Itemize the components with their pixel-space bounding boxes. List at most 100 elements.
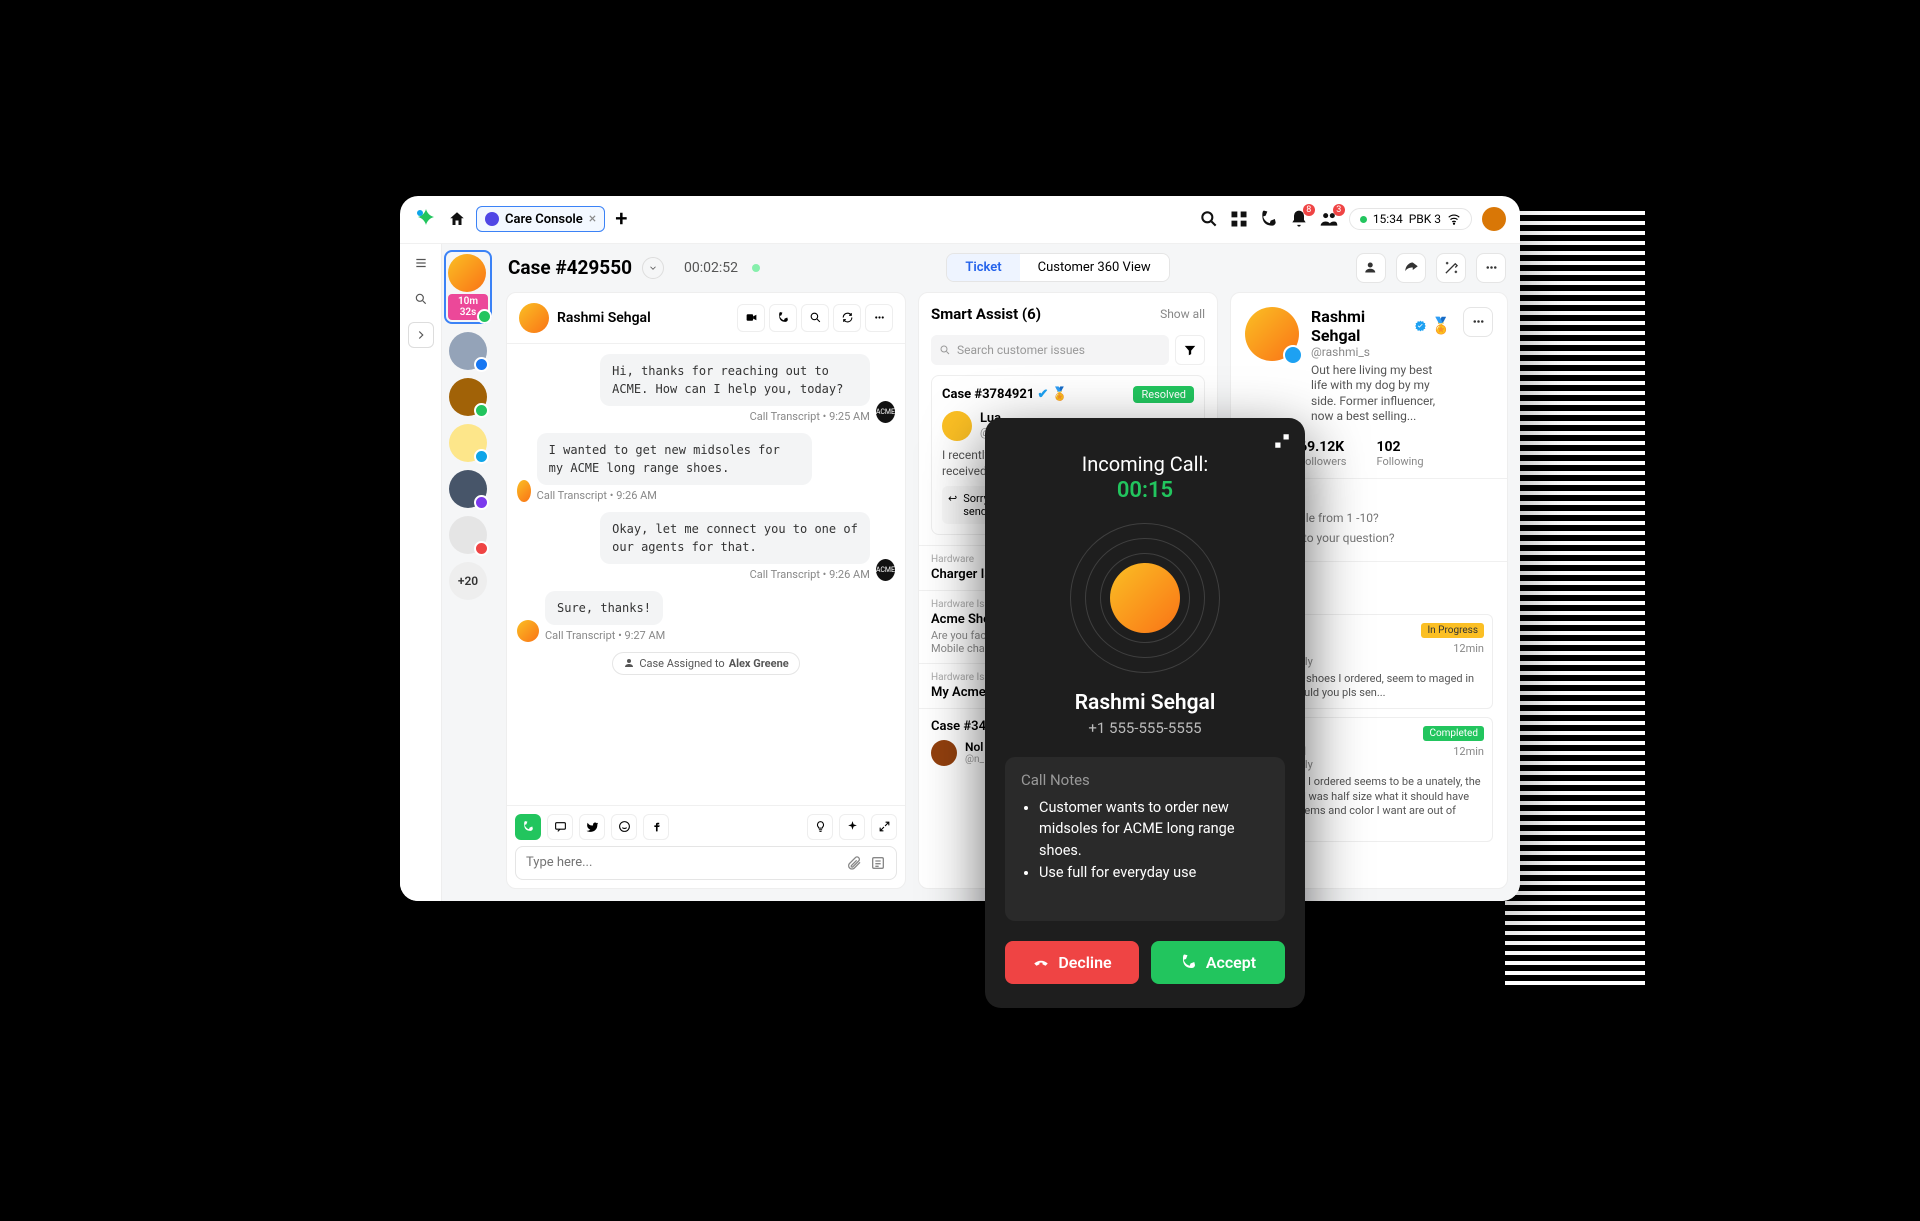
status-dot-icon [1360, 216, 1367, 223]
tab-ticket[interactable]: Ticket [947, 254, 1019, 281]
wifi-icon [1447, 212, 1461, 226]
phone-icon[interactable] [1259, 209, 1279, 229]
twitter-icon [1283, 345, 1303, 365]
conversation-item-1[interactable]: 10m 32s [444, 250, 492, 324]
call-notes-heading: Call Notes [1021, 771, 1269, 789]
call-note-2: Use full for everyday use [1039, 862, 1269, 884]
search-icon[interactable] [1199, 209, 1219, 229]
tab-customer-360[interactable]: Customer 360 View [1020, 254, 1169, 281]
message-input-wrapper [515, 846, 897, 880]
caller-name: Rashmi Sehgal [1005, 691, 1285, 715]
show-all-link[interactable]: Show all [1160, 307, 1205, 321]
conversation-item-4[interactable] [449, 424, 487, 462]
expand-icon[interactable] [1273, 432, 1291, 450]
channel-call-button[interactable] [515, 814, 541, 840]
more-conversations[interactable]: +20 [449, 562, 487, 600]
conversation-item-2[interactable] [449, 332, 487, 370]
case-user-handle: @n_ [965, 754, 984, 765]
message-meta: Call Transcript • 9:27 AM [545, 629, 665, 642]
case-header: Case #429550 00:02:52 Ticket Customer 36… [494, 244, 1520, 292]
message-bubble: Hi, thanks for reaching out to ACME. How… [600, 354, 870, 406]
profile-bio: Out here living my best life with my dog… [1311, 363, 1451, 425]
call-title: Incoming Call: [1005, 452, 1285, 476]
attach-icon[interactable] [846, 855, 862, 871]
message-bubble: I wanted to get new midsoles for my ACME… [537, 433, 812, 485]
live-dot-icon [752, 264, 760, 272]
avatar [448, 254, 486, 292]
conversation-list: 10m 32s +20 [442, 244, 494, 901]
reply-icon: ↩ [948, 492, 957, 518]
status-pill[interactable]: 15:34 PBK 3 [1349, 208, 1472, 230]
message-list: ACMEHi, thanks for reaching out to ACME.… [507, 344, 905, 805]
incoming-call-modal: Incoming Call: 00:15 Rashmi Sehgal +1 55… [985, 418, 1305, 1008]
contact-avatar [519, 303, 549, 333]
refresh-icon[interactable] [833, 304, 861, 332]
template-icon[interactable] [870, 855, 886, 871]
video-icon[interactable] [737, 304, 765, 332]
add-tab-icon[interactable]: + [615, 207, 627, 232]
issue-search[interactable]: Search customer issues [931, 335, 1169, 365]
customer-avatar [517, 620, 539, 642]
caller-phone: +1 555-555-5555 [1005, 719, 1285, 737]
share-icon[interactable] [1396, 253, 1426, 283]
message-bubble: Sure, thanks! [545, 591, 663, 625]
channel-reddit-icon [474, 541, 489, 556]
search-icon[interactable] [801, 304, 829, 332]
conversation-item-5[interactable] [449, 470, 487, 508]
customer-avatar [517, 480, 531, 502]
expand-icon[interactable] [871, 814, 897, 840]
tab-close-icon[interactable]: × [589, 211, 596, 227]
bell-icon[interactable]: 8 [1289, 209, 1309, 229]
clock-time: 15:34 [1373, 212, 1403, 226]
assigned-pill: Case Assigned to Alex Greene [612, 652, 799, 675]
channel-whatsapp-button[interactable] [611, 814, 637, 840]
magic-icon[interactable] [1436, 253, 1466, 283]
decline-button[interactable]: Decline [1005, 941, 1139, 984]
message-bubble: Okay, let me connect you to one of our a… [600, 512, 870, 564]
message-input[interactable] [526, 855, 846, 870]
channel-twitter-button[interactable] [579, 814, 605, 840]
more-icon[interactable] [865, 304, 893, 332]
message-meta: Call Transcript • 9:26 AM [537, 489, 812, 502]
call-timer: 00:15 [1005, 478, 1285, 503]
collapse-icon[interactable] [408, 322, 434, 348]
user-avatar[interactable] [1482, 207, 1506, 231]
search-icon[interactable] [408, 286, 434, 312]
home-icon[interactable] [448, 210, 466, 228]
phone-hangup-icon [1032, 953, 1050, 971]
notif-badge: 8 [1303, 204, 1315, 216]
channel-msg-icon [474, 449, 489, 464]
assign-icon[interactable] [1356, 253, 1386, 283]
menu-icon[interactable] [408, 250, 434, 276]
call-note-1: Customer wants to order new midsoles for… [1039, 797, 1269, 862]
chat-panel: Rashmi Sehgal ACMEHi, thanks for reachin… [506, 292, 906, 889]
more-icon[interactable] [1476, 253, 1506, 283]
channel-call-icon [477, 309, 492, 324]
conversation-item-6[interactable] [449, 516, 487, 554]
apps-grid-icon[interactable] [1229, 209, 1249, 229]
smart-assist-title: Smart Assist (6) [931, 305, 1041, 323]
lightbulb-icon[interactable] [807, 814, 833, 840]
people-icon[interactable]: 3 [1319, 209, 1339, 229]
message-meta: Call Transcript • 9:25 AM [600, 410, 870, 423]
conversation-item-3[interactable] [449, 378, 487, 416]
phone-icon[interactable] [769, 304, 797, 332]
filter-icon[interactable] [1175, 335, 1205, 365]
app-window: Care Console × + 8 3 15:34 PBK 3 [400, 196, 1520, 901]
case-dropdown-icon[interactable] [642, 257, 664, 279]
workspace-tab[interactable]: Care Console × [476, 206, 605, 232]
sparkle-icon[interactable] [839, 814, 865, 840]
channel-facebook-button[interactable] [643, 814, 669, 840]
accept-button[interactable]: Accept [1151, 941, 1285, 984]
case-elapsed: 00:02:52 [684, 260, 738, 276]
channel-chat-button[interactable] [547, 814, 573, 840]
tab-app-icon [485, 212, 499, 226]
network-label: PBK 3 [1409, 212, 1441, 226]
message-meta: Call Transcript • 9:26 AM [600, 568, 870, 581]
barcode-decoration [1505, 211, 1645, 991]
composer [507, 805, 905, 888]
profile-more-icon[interactable] [1463, 307, 1493, 337]
profile-name: Rashmi Sehgal 🏅 [1311, 307, 1451, 345]
case-user-name: Nol [965, 740, 984, 754]
tab-label: Care Console [505, 212, 583, 227]
